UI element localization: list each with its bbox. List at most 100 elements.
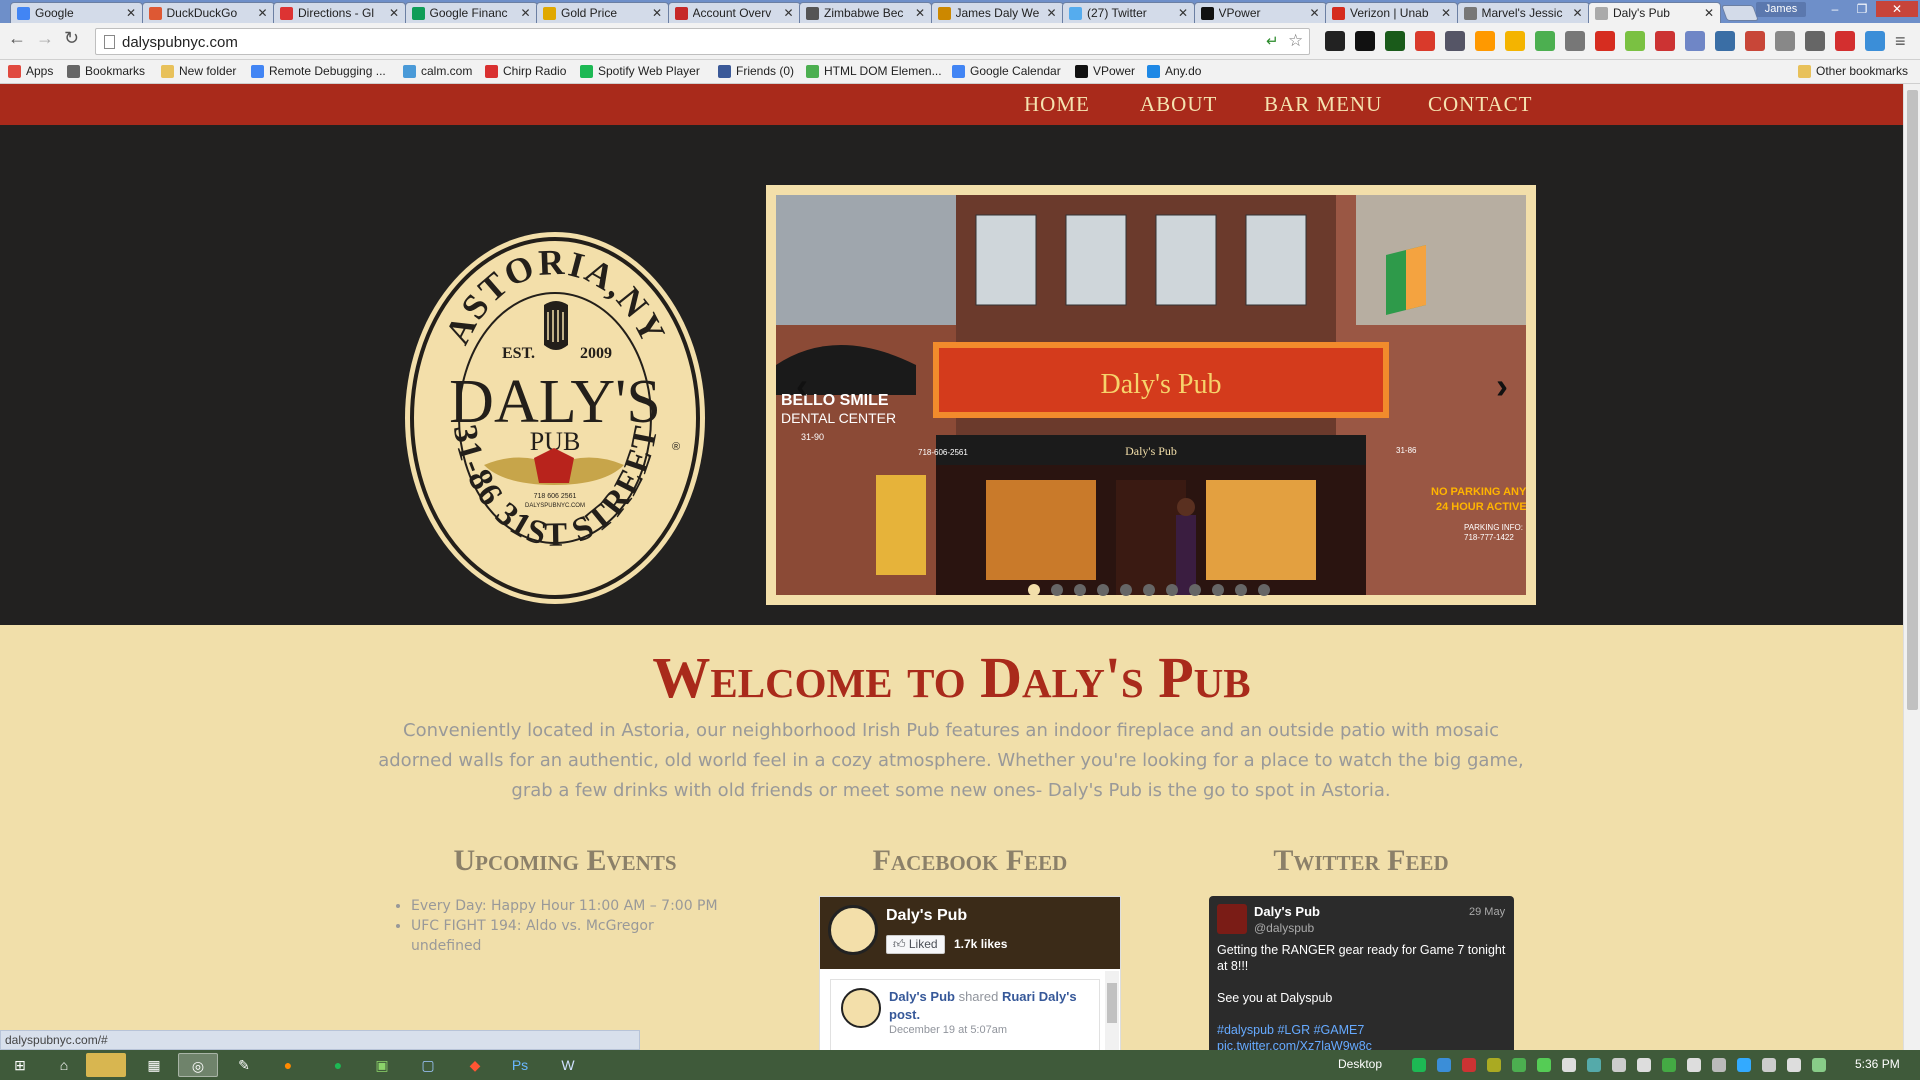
bookmark-item[interactable]: Bookmarks: [67, 64, 145, 78]
slider-dot[interactable]: [1189, 584, 1201, 596]
tab-close-icon[interactable]: ✕: [1572, 6, 1582, 20]
tab-close-icon[interactable]: ✕: [520, 6, 530, 20]
extension-icon[interactable]: [1685, 31, 1705, 51]
extension-icon[interactable]: [1505, 31, 1525, 51]
post-tail[interactable]: post.: [889, 1007, 920, 1022]
slider-dot[interactable]: [1143, 584, 1155, 596]
twitter-handle[interactable]: @dalyspub: [1254, 921, 1314, 935]
tray-icon[interactable]: [1587, 1058, 1601, 1072]
twitter-avatar[interactable]: [1217, 904, 1247, 934]
nav-contact[interactable]: Contact: [1428, 92, 1532, 117]
tray-icon[interactable]: [1637, 1058, 1651, 1072]
slider-prev-icon[interactable]: ‹: [796, 365, 808, 407]
tab-close-icon[interactable]: ✕: [1441, 6, 1451, 20]
close-window-icon[interactable]: ✕: [1876, 1, 1918, 17]
tab-close-icon[interactable]: ✕: [652, 6, 662, 20]
minimize-icon[interactable]: –: [1822, 1, 1848, 17]
scroll-thumb[interactable]: [1907, 90, 1918, 710]
browser-tab[interactable]: Directions - Gl ✕: [273, 2, 406, 23]
tray-icon[interactable]: [1412, 1058, 1426, 1072]
facebook-page-avatar[interactable]: [828, 905, 878, 955]
home-icon[interactable]: ⌂: [44, 1053, 84, 1077]
browser-tab[interactable]: James Daly We ✕: [930, 2, 1064, 23]
tab-close-icon[interactable]: ✕: [1309, 6, 1319, 20]
bookmark-item[interactable]: Remote Debugging ...: [251, 64, 386, 78]
nav-home[interactable]: Home: [1024, 92, 1090, 117]
back-icon[interactable]: ←: [8, 28, 26, 49]
extension-icon[interactable]: [1625, 31, 1645, 51]
spotify-icon[interactable]: ●: [318, 1053, 358, 1077]
system-clock[interactable]: 5:36 PM: [1855, 1057, 1900, 1071]
extension-icon[interactable]: [1385, 31, 1405, 51]
new-tab-button[interactable]: [1721, 5, 1759, 21]
chrome-menu-icon[interactable]: ≡: [1895, 31, 1906, 52]
extension-icon[interactable]: [1835, 31, 1855, 51]
bookmark-item[interactable]: Friends (0): [718, 64, 794, 78]
tray-icon[interactable]: [1812, 1058, 1826, 1072]
facebook-widget[interactable]: Daly's Pub 👍︎ Liked 1.7k likes Daly's Pu…: [819, 896, 1121, 1050]
slider-dot[interactable]: [1258, 584, 1270, 596]
tray-icon[interactable]: [1462, 1058, 1476, 1072]
tray-icon[interactable]: [1687, 1058, 1701, 1072]
bookmark-item[interactable]: New folder: [161, 64, 236, 78]
slider-dot[interactable]: [1051, 584, 1063, 596]
profile-button[interactable]: James: [1756, 2, 1806, 17]
firefox-icon[interactable]: ●: [268, 1053, 308, 1077]
reload-icon[interactable]: ↻: [64, 28, 79, 49]
nav-about[interactable]: About: [1140, 92, 1217, 117]
bookmark-star-icon[interactable]: ☆: [1288, 31, 1303, 51]
tray-icon[interactable]: [1487, 1058, 1501, 1072]
nav-bar-menu[interactable]: Bar Menu: [1264, 92, 1382, 117]
extension-icon[interactable]: [1565, 31, 1585, 51]
browser-tab[interactable]: Marvel's Jessic ✕: [1456, 2, 1590, 23]
browser-tab[interactable]: Google ✕: [10, 2, 143, 23]
extension-icon[interactable]: [1475, 31, 1495, 51]
slider-dot[interactable]: [1120, 584, 1132, 596]
tab-close-icon[interactable]: ✕: [389, 6, 399, 20]
bookmark-item[interactable]: Google Calendar: [952, 64, 1061, 78]
tweet-link[interactable]: pic.twitter.com/Xz7laW9w8c: [1217, 1038, 1507, 1050]
tab-close-icon[interactable]: ✕: [126, 6, 136, 20]
extension-icon[interactable]: [1865, 31, 1885, 51]
extension-icon[interactable]: [1445, 31, 1465, 51]
browser-tab[interactable]: Zimbabwe Bec ✕: [799, 2, 932, 23]
post-author[interactable]: Daly's Pub: [889, 989, 955, 1004]
post-avatar[interactable]: [841, 988, 881, 1028]
desktop-toolbar[interactable]: Desktop: [1338, 1057, 1382, 1071]
facebook-scrollbar[interactable]: [1105, 971, 1119, 1050]
word-icon[interactable]: W: [548, 1053, 588, 1077]
tab-close-icon[interactable]: ✕: [915, 6, 925, 20]
tray-icon[interactable]: [1787, 1058, 1801, 1072]
tray-icon[interactable]: [1512, 1058, 1526, 1072]
bookmark-item[interactable]: HTML DOM Elemen...: [806, 64, 942, 78]
bookmark-item[interactable]: Apps: [8, 64, 53, 78]
slider-dot[interactable]: [1074, 584, 1086, 596]
twitter-widget[interactable]: Daly's Pub @dalyspub 29 May Getting the …: [1209, 896, 1514, 1050]
slider-dot[interactable]: [1097, 584, 1109, 596]
browser-tab[interactable]: Account Overv ✕: [667, 2, 801, 23]
bookmark-item[interactable]: VPower: [1075, 64, 1135, 78]
extension-icon[interactable]: [1535, 31, 1555, 51]
browser-tab[interactable]: Gold Price ✕: [536, 2, 669, 23]
post-date[interactable]: December 19 at 5:07am: [889, 1024, 1007, 1036]
photo-slider[interactable]: Daly's Pub Daly's Pub 718-606-2561 31-86…: [766, 185, 1536, 605]
tab-close-icon[interactable]: ✕: [257, 6, 267, 20]
tray-icon[interactable]: [1737, 1058, 1751, 1072]
android-studio-icon[interactable]: ▣: [362, 1053, 402, 1077]
dalys-pub-logo[interactable]: ASTORIA,NY 31-86 31ST STREET EST. 2009 D…: [404, 230, 707, 606]
go-icon[interactable]: ↵: [1266, 32, 1279, 50]
chrome-icon[interactable]: ◎: [178, 1053, 218, 1077]
slider-dot[interactable]: [1166, 584, 1178, 596]
extension-icon[interactable]: [1595, 31, 1615, 51]
tray-icon[interactable]: [1762, 1058, 1776, 1072]
extension-icon[interactable]: [1325, 31, 1345, 51]
post-subject[interactable]: Ruari Daly's: [1002, 989, 1077, 1004]
tray-icon[interactable]: [1562, 1058, 1576, 1072]
tab-close-icon[interactable]: ✕: [1046, 6, 1056, 20]
tray-icon[interactable]: [1712, 1058, 1726, 1072]
browser-tab[interactable]: Google Financ ✕: [404, 2, 538, 23]
address-bar[interactable]: dalyspubnyc.com ↵ ☆: [95, 28, 1310, 55]
slider-dot[interactable]: [1212, 584, 1224, 596]
tab-close-icon[interactable]: ✕: [783, 6, 793, 20]
extension-icon[interactable]: [1775, 31, 1795, 51]
